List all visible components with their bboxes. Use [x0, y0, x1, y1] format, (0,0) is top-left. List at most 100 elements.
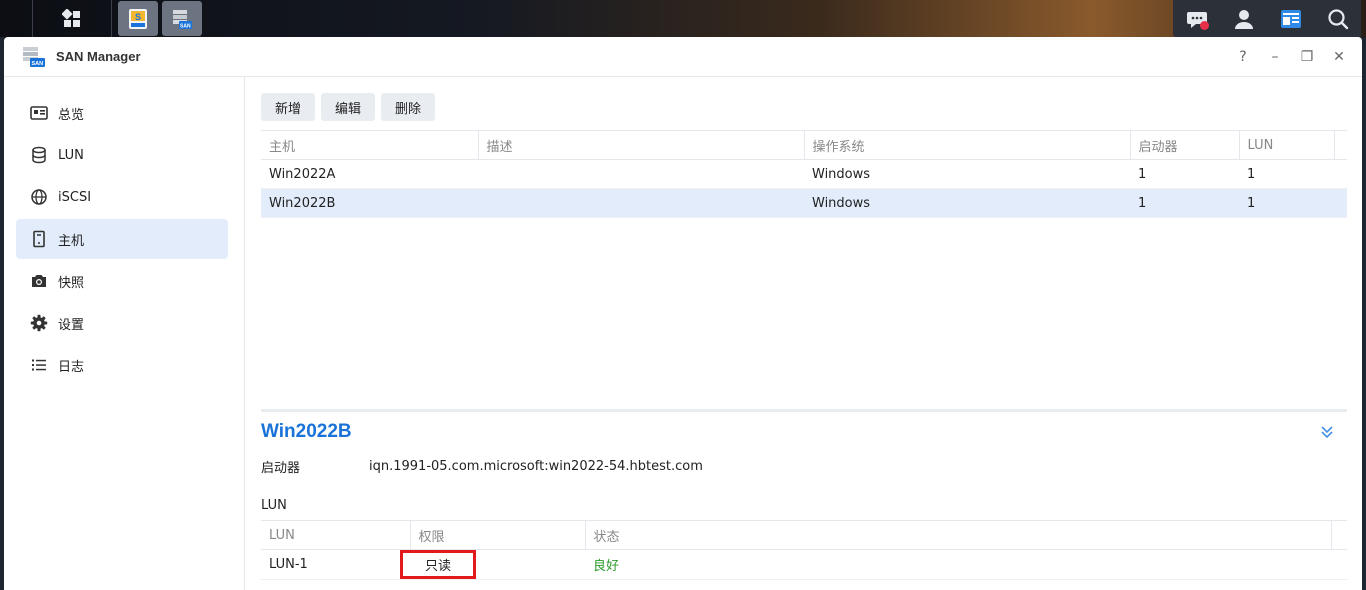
cell-lun: 1 — [1239, 159, 1334, 189]
sidebar-item-label: 设置 — [58, 317, 85, 333]
initiator-row: 启动器 iqn.1991-05.com.microsoft:win2022-54… — [261, 452, 1347, 480]
sidebar-item-iscsi[interactable]: iSCSI — [16, 177, 228, 217]
host-detail-panel: Win2022B 启动器 iqn.1991-05.com.microsoft:w… — [261, 409, 1347, 590]
edit-button[interactable]: 编辑 — [321, 93, 376, 121]
collapse-button[interactable] — [1319, 424, 1335, 440]
storage-app-icon: S — [129, 8, 147, 29]
notification-dot — [1199, 20, 1209, 30]
sidebar-item-label: 日志 — [58, 359, 85, 375]
column-header-initiator[interactable]: 启动器 — [1129, 130, 1239, 160]
hosts-table: 主机 描述 操作系统 启动器 LUN Win2022A Windows 1 1 … — [261, 130, 1347, 218]
widgets-button[interactable] — [1277, 5, 1305, 33]
main-menu-button[interactable] — [33, 0, 111, 37]
column-header-permission[interactable]: 权限 — [409, 520, 585, 550]
cell-initiator: 1 — [1130, 188, 1239, 218]
minimize-button[interactable]: – — [1266, 48, 1284, 66]
database-icon — [30, 146, 48, 164]
help-button[interactable]: ? — [1234, 48, 1252, 66]
column-header-lun[interactable]: LUN — [1238, 130, 1334, 160]
sidebar-item-snapshot[interactable]: 快照 — [16, 261, 228, 301]
cell-host: Win2022A — [261, 159, 478, 189]
initiator-label: 启动器 — [261, 460, 301, 476]
user-button[interactable] — [1230, 5, 1258, 33]
close-button[interactable]: ✕ — [1330, 48, 1348, 66]
table-header-row: 主机 描述 操作系统 启动器 LUN — [261, 130, 1347, 160]
svg-text:SAN: SAN — [32, 61, 44, 67]
main-content: 新增 编辑 删除 主机 描述 操作系统 启动器 LUN Win2022A Win… — [245, 77, 1362, 590]
san-manager-app-icon: SAN — [173, 9, 192, 29]
add-button[interactable]: 新增 — [261, 93, 316, 121]
globe-icon — [30, 188, 48, 206]
toolbar: 新增 编辑 删除 — [261, 77, 1351, 130]
san-manager-window: SAN SAN Manager ? – ❐ ✕ 总览 LUN iSCSI 主机 … — [4, 37, 1362, 590]
san-manager-logo-icon: SAN — [23, 46, 45, 67]
gear-icon — [30, 314, 48, 332]
column-header-lun[interactable]: LUN — [261, 520, 410, 550]
column-header-filler — [1330, 520, 1347, 550]
cell-description — [478, 188, 804, 218]
sidebar-item-label: 主机 — [58, 233, 85, 249]
column-header-status[interactable]: 状态 — [584, 520, 1331, 550]
cell-lun-name: LUN-1 — [261, 549, 410, 580]
window-titlebar[interactable]: SAN SAN Manager ? – ❐ ✕ — [4, 37, 1362, 77]
taskbar-separator — [111, 0, 112, 37]
window-controls: ? – ❐ ✕ — [1234, 37, 1348, 77]
window-body: 总览 LUN iSCSI 主机 快照 设置 日志 新增 编辑 删除 主机 描述 … — [4, 77, 1362, 590]
search-button[interactable] — [1324, 5, 1352, 33]
sidebar-item-host[interactable]: 主机 — [16, 219, 228, 259]
delete-button[interactable]: 删除 — [381, 93, 436, 121]
lun-table: LUN 权限 状态 LUN-1 只读 良好 — [261, 520, 1347, 580]
column-header-filler — [1333, 130, 1347, 160]
cell-lun: 1 — [1239, 188, 1334, 218]
chat-button[interactable] — [1183, 5, 1211, 33]
sidebar-item-log[interactable]: 日志 — [16, 345, 228, 385]
initiator-value: iqn.1991-05.com.microsoft:win2022-54.hbt… — [369, 458, 703, 474]
taskbar-app-storage[interactable]: S — [118, 1, 158, 36]
cell-permission: 只读 — [400, 549, 585, 580]
sidebar-item-label: 快照 — [58, 275, 85, 291]
sidebar-item-label: iSCSI — [58, 189, 92, 205]
lun-section-label: LUN — [261, 497, 287, 513]
sidebar-item-lun[interactable]: LUN — [16, 135, 228, 175]
cell-filler — [1331, 549, 1347, 580]
desktop-taskbar: S SAN — [0, 0, 1366, 37]
list-icon — [30, 356, 48, 374]
permission-highlight: 只读 — [400, 550, 477, 579]
double-chevron-down-icon — [1321, 426, 1333, 439]
camera-icon — [30, 272, 48, 290]
table-row[interactable]: Win2022A Windows 1 1 — [261, 159, 1347, 189]
cell-initiator: 1 — [1130, 159, 1239, 189]
table-row[interactable]: LUN-1 只读 良好 — [261, 549, 1347, 580]
cell-os: Windows — [804, 188, 1130, 218]
host-icon — [30, 230, 48, 248]
main-menu-icon — [62, 8, 80, 27]
sidebar-item-settings[interactable]: 设置 — [16, 303, 228, 343]
window-title: SAN Manager — [56, 49, 141, 64]
widgets-icon — [1280, 9, 1301, 28]
overview-icon — [30, 104, 48, 122]
sidebar-item-label: LUN — [58, 147, 84, 163]
detail-title: Win2022B — [261, 421, 352, 442]
restore-button[interactable]: ❐ — [1298, 48, 1316, 66]
column-header-host[interactable]: 主机 — [261, 130, 478, 160]
sidebar-item-overview[interactable]: 总览 — [16, 93, 228, 133]
search-icon — [1327, 8, 1348, 29]
cell-os: Windows — [804, 159, 1130, 189]
taskbar-app-san-manager[interactable]: SAN — [162, 1, 202, 36]
svg-text:SAN: SAN — [180, 23, 191, 29]
sidebar: 总览 LUN iSCSI 主机 快照 设置 日志 — [4, 77, 245, 590]
table-row-selected[interactable]: Win2022B Windows 1 1 — [261, 188, 1347, 218]
cell-host: Win2022B — [261, 188, 478, 218]
cell-filler — [1334, 188, 1347, 218]
cell-filler — [1334, 159, 1347, 189]
user-icon — [1234, 9, 1253, 29]
column-header-os[interactable]: 操作系统 — [803, 130, 1130, 160]
sidebar-item-label: 总览 — [58, 107, 85, 123]
table-header-row: LUN 权限 状态 — [261, 520, 1347, 550]
taskbar-tray — [1173, 0, 1361, 37]
detail-title-bar: Win2022B — [261, 412, 1347, 452]
column-header-description[interactable]: 描述 — [477, 130, 804, 160]
cell-description — [478, 159, 804, 189]
svg-text:S: S — [135, 12, 141, 22]
cell-status: 良好 — [585, 549, 1331, 580]
